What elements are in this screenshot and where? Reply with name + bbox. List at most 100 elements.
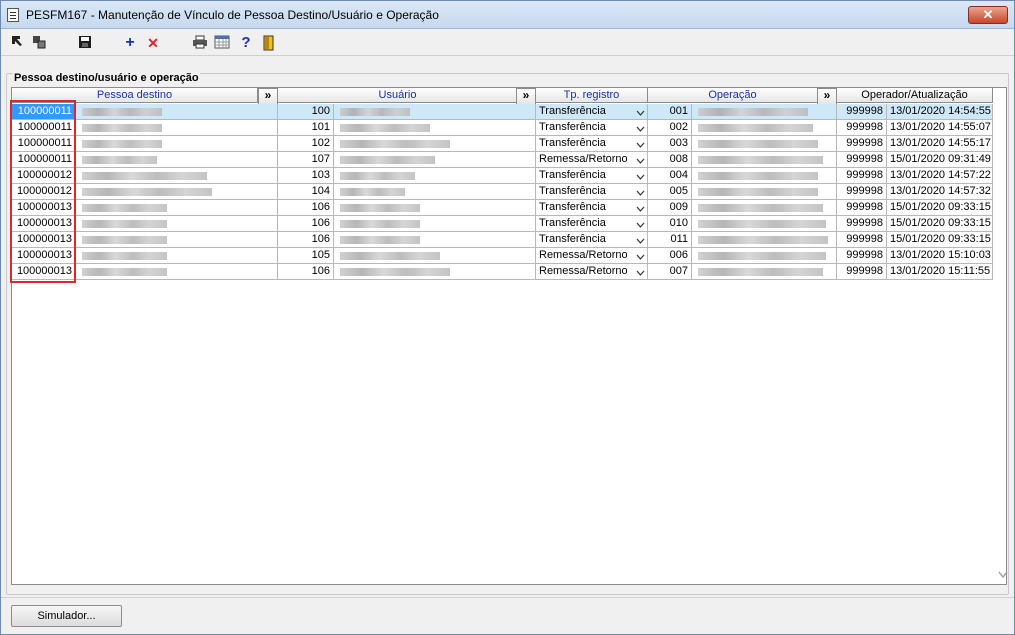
table-row[interactable]: 100000012 103 Transferência 004 999998 13/01/… bbox=[12, 168, 993, 184]
chevron-down-icon[interactable] bbox=[636, 155, 645, 164]
cell-tp-registro[interactable]: Transferência bbox=[536, 216, 648, 232]
data-grid[interactable]: Pessoa destino » Usuário » Tp. registro … bbox=[11, 87, 1007, 585]
cell-operacao-nome[interactable] bbox=[692, 152, 837, 168]
cell-operacao-nome[interactable] bbox=[692, 232, 837, 248]
copy-records-icon[interactable] bbox=[31, 35, 47, 51]
cell-usuario-codigo[interactable]: 107 bbox=[278, 152, 334, 168]
cell-operacao-nome[interactable] bbox=[692, 216, 837, 232]
cell-operador[interactable]: 999998 bbox=[837, 184, 887, 200]
cell-usuario-codigo[interactable]: 105 bbox=[278, 248, 334, 264]
cell-operacao-codigo[interactable]: 007 bbox=[648, 264, 692, 280]
chevron-down-icon[interactable] bbox=[636, 203, 645, 212]
cell-usuario-nome[interactable] bbox=[334, 232, 536, 248]
cell-tp-registro[interactable]: Transferência bbox=[536, 200, 648, 216]
cell-usuario-nome[interactable] bbox=[334, 104, 536, 120]
cell-tp-registro[interactable]: Transferência bbox=[536, 232, 648, 248]
close-button[interactable]: ✕ bbox=[968, 6, 1008, 24]
cell-usuario-codigo[interactable]: 106 bbox=[278, 200, 334, 216]
cell-operador[interactable]: 999998 bbox=[837, 136, 887, 152]
expand-usuario-button[interactable]: » bbox=[516, 88, 536, 105]
cell-usuario-codigo[interactable]: 103 bbox=[278, 168, 334, 184]
cell-usuario-codigo[interactable]: 100 bbox=[278, 104, 334, 120]
cell-operacao-codigo[interactable]: 002 bbox=[648, 120, 692, 136]
chevron-down-icon[interactable] bbox=[636, 139, 645, 148]
table-row[interactable]: 100000013 106 Transferência 011 999998 15/01/… bbox=[12, 232, 993, 248]
table-row[interactable]: 100000013 106 Remessa/Retorno 007 999998 13/0… bbox=[12, 264, 993, 280]
table-row[interactable]: 100000011 100 Transferência 001 999998 13/01/… bbox=[12, 104, 993, 120]
cell-data-atualizacao[interactable]: 15/01/2020 09:33:15 bbox=[887, 200, 993, 216]
cell-pessoa-nome[interactable] bbox=[76, 200, 278, 216]
scroll-down-arrow-icon[interactable] bbox=[998, 571, 1008, 581]
cell-operacao-codigo[interactable]: 011 bbox=[648, 232, 692, 248]
cell-operador[interactable]: 999998 bbox=[837, 104, 887, 120]
cell-operacao-codigo[interactable]: 005 bbox=[648, 184, 692, 200]
cell-usuario-nome[interactable] bbox=[334, 184, 536, 200]
exit-icon[interactable] bbox=[261, 35, 277, 51]
cell-operador[interactable]: 999998 bbox=[837, 232, 887, 248]
cell-pessoa-nome[interactable] bbox=[76, 232, 278, 248]
cell-operacao-nome[interactable] bbox=[692, 200, 837, 216]
table-row[interactable]: 100000013 106 Transferência 009 999998 15/01/… bbox=[12, 200, 993, 216]
chevron-down-icon[interactable] bbox=[636, 267, 645, 276]
cell-usuario-codigo[interactable]: 101 bbox=[278, 120, 334, 136]
cell-operacao-nome[interactable] bbox=[692, 248, 837, 264]
cell-data-atualizacao[interactable]: 15/01/2020 09:31:49 bbox=[887, 152, 993, 168]
cell-operacao-codigo[interactable]: 009 bbox=[648, 200, 692, 216]
cell-operador[interactable]: 999998 bbox=[837, 152, 887, 168]
table-row[interactable]: 100000013 105 Remessa/Retorno 006 999998 13/0… bbox=[12, 248, 993, 264]
cell-tp-registro[interactable]: Transferência bbox=[536, 120, 648, 136]
cell-data-atualizacao[interactable]: 13/01/2020 14:57:32 bbox=[887, 184, 993, 200]
header-tp-registro[interactable]: Tp. registro bbox=[536, 88, 648, 103]
cell-usuario-codigo[interactable]: 102 bbox=[278, 136, 334, 152]
cell-operacao-nome[interactable] bbox=[692, 136, 837, 152]
print-icon[interactable] bbox=[192, 35, 208, 51]
table-row[interactable]: 100000013 106 Transferência 010 999998 15/01/… bbox=[12, 216, 993, 232]
chevron-down-icon[interactable] bbox=[636, 235, 645, 244]
cell-pessoa-nome[interactable] bbox=[76, 152, 278, 168]
cell-operacao-codigo[interactable]: 004 bbox=[648, 168, 692, 184]
cell-data-atualizacao[interactable]: 13/01/2020 15:11:55 bbox=[887, 264, 993, 280]
cell-operador[interactable]: 999998 bbox=[837, 168, 887, 184]
cell-pessoa-nome[interactable] bbox=[76, 216, 278, 232]
cell-operacao-nome[interactable] bbox=[692, 184, 837, 200]
cell-usuario-nome[interactable] bbox=[334, 152, 536, 168]
cell-tp-registro[interactable]: Transferência bbox=[536, 104, 648, 120]
add-icon[interactable]: + bbox=[122, 35, 138, 51]
chevron-down-icon[interactable] bbox=[636, 219, 645, 228]
chevron-down-icon[interactable] bbox=[636, 187, 645, 196]
chevron-down-icon[interactable] bbox=[636, 107, 645, 116]
cell-data-atualizacao[interactable]: 15/01/2020 09:33:15 bbox=[887, 216, 993, 232]
cell-tp-registro[interactable]: Transferência bbox=[536, 168, 648, 184]
calendar-grid-icon[interactable] bbox=[214, 35, 230, 51]
cell-usuario-nome[interactable] bbox=[334, 168, 536, 184]
save-icon[interactable] bbox=[77, 35, 93, 51]
cell-operacao-nome[interactable] bbox=[692, 120, 837, 136]
table-row[interactable]: 100000011 102 Transferência 003 999998 13/01/… bbox=[12, 136, 993, 152]
cell-operador[interactable]: 999998 bbox=[837, 200, 887, 216]
cell-data-atualizacao[interactable]: 13/01/2020 14:57:22 bbox=[887, 168, 993, 184]
cell-usuario-codigo[interactable]: 106 bbox=[278, 232, 334, 248]
cell-data-atualizacao[interactable]: 13/01/2020 15:10:03 bbox=[887, 248, 993, 264]
cell-operacao-codigo[interactable]: 008 bbox=[648, 152, 692, 168]
cell-tp-registro[interactable]: Remessa/Retorno bbox=[536, 152, 648, 168]
header-operador-atualizacao[interactable]: Operador/Atualização bbox=[837, 88, 993, 103]
chevron-down-icon[interactable] bbox=[636, 251, 645, 260]
cell-operador[interactable]: 999998 bbox=[837, 216, 887, 232]
cell-operacao-nome[interactable] bbox=[692, 264, 837, 280]
chevron-down-icon[interactable] bbox=[636, 123, 645, 132]
cell-pessoa-nome[interactable] bbox=[76, 120, 278, 136]
cell-operacao-codigo[interactable]: 001 bbox=[648, 104, 692, 120]
cell-operador[interactable]: 999998 bbox=[837, 248, 887, 264]
cell-tp-registro[interactable]: Remessa/Retorno bbox=[536, 264, 648, 280]
header-operacao[interactable]: Operação bbox=[648, 88, 818, 103]
cell-usuario-nome[interactable] bbox=[334, 136, 536, 152]
cell-pessoa-nome[interactable] bbox=[76, 168, 278, 184]
cell-operacao-codigo[interactable]: 006 bbox=[648, 248, 692, 264]
cell-operacao-codigo[interactable]: 010 bbox=[648, 216, 692, 232]
delete-icon[interactable]: ✕ bbox=[145, 35, 161, 51]
cell-usuario-codigo[interactable]: 106 bbox=[278, 264, 334, 280]
header-usuario[interactable]: Usuário bbox=[278, 88, 518, 103]
cell-usuario-nome[interactable] bbox=[334, 200, 536, 216]
cell-pessoa-nome[interactable] bbox=[76, 104, 278, 120]
first-record-icon[interactable] bbox=[9, 35, 25, 51]
